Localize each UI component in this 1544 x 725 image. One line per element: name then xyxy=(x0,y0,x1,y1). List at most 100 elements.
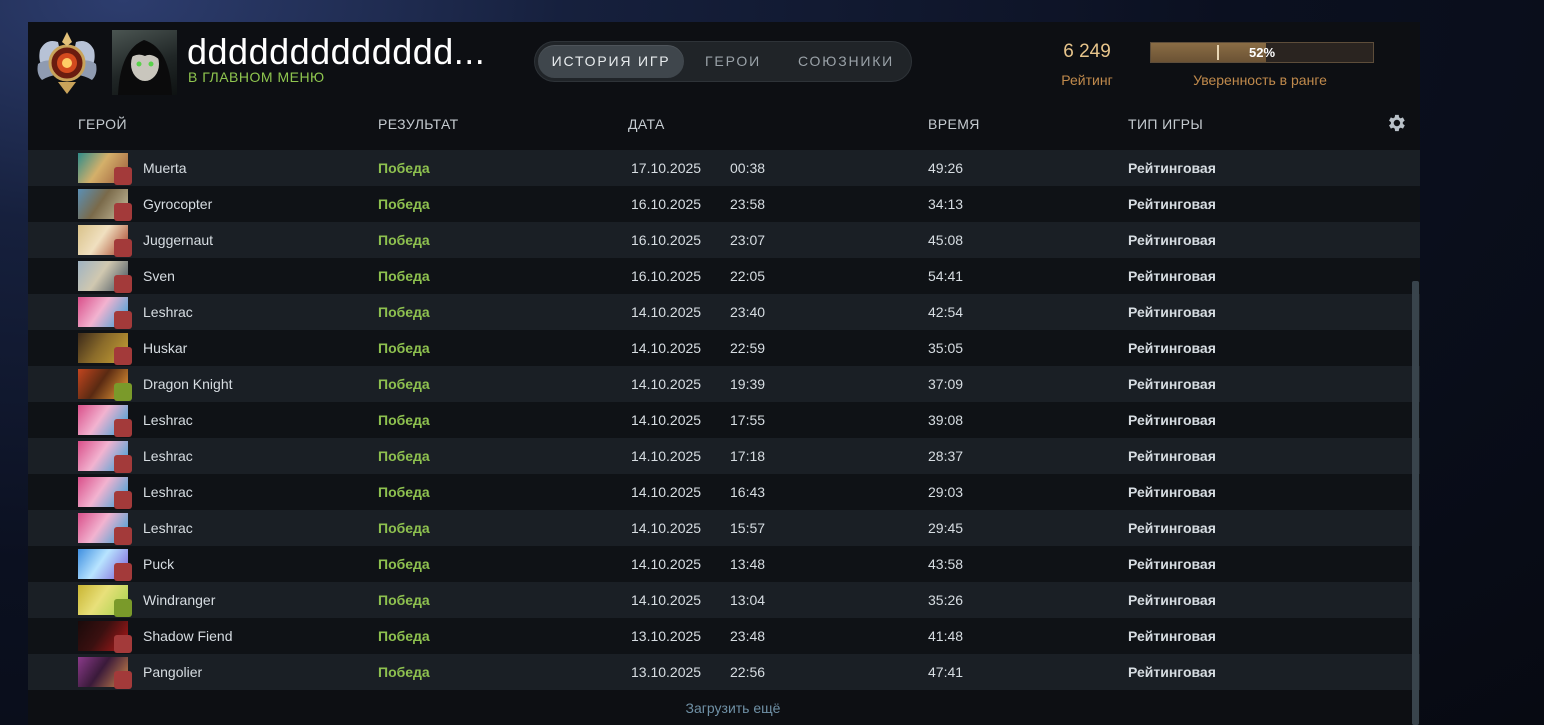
match-type: Рейтинговая xyxy=(1128,484,1216,500)
column-header-hero[interactable]: ГЕРОЙ xyxy=(78,116,127,132)
hero-name: Sven xyxy=(143,268,175,284)
hero-name: Muerta xyxy=(143,160,187,176)
match-start-time: 13:48 xyxy=(730,556,766,572)
avatar-image xyxy=(118,40,172,95)
hero-name: Leshrac xyxy=(143,520,193,536)
match-result: Победа xyxy=(378,412,430,428)
match-type: Рейтинговая xyxy=(1128,592,1216,608)
match-date: 16.10.2025 xyxy=(631,268,702,284)
match-row[interactable]: Juggernaut Победа 16.10.2025 23:07 45:08 Рейт… xyxy=(28,222,1420,258)
hero-role-icon xyxy=(114,491,132,509)
profile-tabs: ИСТОРИЯ ИГР ГЕРОИ СОЮЗНИКИ xyxy=(534,41,912,82)
match-row[interactable]: Huskar Победа 14.10.2025 22:59 35:05 Рейтинго… xyxy=(28,330,1420,366)
match-start-time: 17:55 xyxy=(730,412,766,428)
match-date: 14.10.2025 xyxy=(631,412,702,428)
match-type: Рейтинговая xyxy=(1128,376,1216,392)
load-more-button[interactable]: Загрузить ещё xyxy=(660,700,806,716)
tab-match-history[interactable]: ИСТОРИЯ ИГР xyxy=(538,45,684,78)
hero-name: Dragon Knight xyxy=(143,376,233,392)
match-duration: 35:05 xyxy=(928,340,964,356)
rank-confidence-percent: 52% xyxy=(1248,45,1276,60)
gear-icon[interactable] xyxy=(1385,112,1407,134)
match-duration: 43:58 xyxy=(928,556,964,572)
match-row[interactable]: Leshrac Победа 14.10.2025 17:18 28:37 Рейтинг… xyxy=(28,438,1420,474)
match-row[interactable]: Pangolier Победа 13.10.2025 22:56 47:41 Рейти… xyxy=(28,654,1420,690)
match-row[interactable]: Gyrocopter Победа 16.10.2025 23:58 34:13 Рейт… xyxy=(28,186,1420,222)
column-header-duration[interactable]: ВРЕМЯ xyxy=(928,116,980,132)
hero-name: Puck xyxy=(143,556,175,572)
avatar[interactable] xyxy=(112,30,177,95)
match-type: Рейтинговая xyxy=(1128,412,1216,428)
match-duration: 49:26 xyxy=(928,160,964,176)
match-duration: 47:41 xyxy=(928,664,964,680)
match-duration: 37:09 xyxy=(928,376,964,392)
match-row[interactable]: Windranger Победа 14.10.2025 13:04 35:26 Рейт… xyxy=(28,582,1420,618)
match-date: 14.10.2025 xyxy=(631,592,702,608)
match-row[interactable]: Leshrac Победа 14.10.2025 23:40 42:54 Рейтинг… xyxy=(28,294,1420,330)
match-row[interactable]: Sven Победа 16.10.2025 22:05 54:41 Рейтингова… xyxy=(28,258,1420,294)
match-list: Muerta Победа 17.10.2025 00:38 49:26 Рейтинго… xyxy=(28,148,1420,690)
match-date: 14.10.2025 xyxy=(631,376,702,392)
hero-role-icon xyxy=(114,347,132,365)
match-date: 17.10.2025 xyxy=(631,160,702,176)
match-date: 13.10.2025 xyxy=(631,628,702,644)
match-type: Рейтинговая xyxy=(1128,196,1216,212)
tab-allies[interactable]: СОЮЗНИКИ xyxy=(785,45,907,78)
match-duration: 39:08 xyxy=(928,412,964,428)
hero-role-icon xyxy=(114,203,132,221)
match-start-time: 23:48 xyxy=(730,628,766,644)
match-duration: 34:13 xyxy=(928,196,964,212)
match-date: 14.10.2025 xyxy=(631,340,702,356)
match-duration: 45:08 xyxy=(928,232,964,248)
match-date: 13.10.2025 xyxy=(631,664,702,680)
rating-label: Рейтинг xyxy=(1061,72,1113,88)
match-type: Рейтинговая xyxy=(1128,520,1216,536)
rank-medal-icon xyxy=(37,32,97,94)
hero-name: Windranger xyxy=(143,592,216,608)
column-header-date[interactable]: ДАТА xyxy=(628,116,665,132)
match-duration: 41:48 xyxy=(928,628,964,644)
match-result: Победа xyxy=(378,340,430,356)
match-result: Победа xyxy=(378,520,430,536)
hero-role-icon xyxy=(114,455,132,473)
scrollbar[interactable] xyxy=(1412,281,1419,725)
match-row[interactable]: Muerta Победа 17.10.2025 00:38 49:26 Рейтинго… xyxy=(28,150,1420,186)
match-start-time: 23:58 xyxy=(730,196,766,212)
match-type: Рейтинговая xyxy=(1128,268,1216,284)
match-date: 16.10.2025 xyxy=(631,196,702,212)
match-row[interactable]: Puck Победа 14.10.2025 13:48 43:58 Рейтингова… xyxy=(28,546,1420,582)
match-duration: 29:03 xyxy=(928,484,964,500)
match-type: Рейтинговая xyxy=(1128,232,1216,248)
match-row[interactable]: Leshrac Победа 14.10.2025 17:55 39:08 Рейтинг… xyxy=(28,402,1420,438)
match-type: Рейтинговая xyxy=(1128,556,1216,572)
column-header-mode[interactable]: ТИП ИГРЫ xyxy=(1128,116,1203,132)
match-start-time: 19:39 xyxy=(730,376,766,392)
match-result: Победа xyxy=(378,304,430,320)
match-result: Победа xyxy=(378,160,430,176)
match-duration: 28:37 xyxy=(928,448,964,464)
match-row[interactable]: Leshrac Победа 14.10.2025 15:57 29:45 Рейтинг… xyxy=(28,510,1420,546)
match-result: Победа xyxy=(378,196,430,212)
match-result: Победа xyxy=(378,448,430,464)
player-name: ddddddddddddd... xyxy=(187,31,486,72)
match-start-time: 15:57 xyxy=(730,520,766,536)
column-header-result[interactable]: РЕЗУЛЬТАТ xyxy=(378,116,459,132)
match-row[interactable]: Leshrac Победа 14.10.2025 16:43 29:03 Рейтинг… xyxy=(28,474,1420,510)
hero-name: Shadow Fiend xyxy=(143,628,233,644)
tab-heroes[interactable]: ГЕРОИ xyxy=(690,45,776,78)
match-start-time: 16:43 xyxy=(730,484,766,500)
rating-value: 6 249 xyxy=(1063,41,1111,62)
match-date: 14.10.2025 xyxy=(631,484,702,500)
match-start-time: 00:38 xyxy=(730,160,766,176)
match-result: Победа xyxy=(378,628,430,644)
match-row[interactable]: Dragon Knight Победа 14.10.2025 19:39 37:09 Р… xyxy=(28,366,1420,402)
match-date: 14.10.2025 xyxy=(631,448,702,464)
hero-name: Leshrac xyxy=(143,304,193,320)
hero-role-icon xyxy=(114,563,132,581)
player-status: В ГЛАВНОМ МЕНЮ xyxy=(188,69,325,85)
match-result: Победа xyxy=(378,376,430,392)
match-row[interactable]: Shadow Fiend Победа 13.10.2025 23:48 41:48 Ре… xyxy=(28,618,1420,654)
match-result: Победа xyxy=(378,664,430,680)
hero-role-icon xyxy=(114,671,132,689)
hero-role-icon xyxy=(114,311,132,329)
